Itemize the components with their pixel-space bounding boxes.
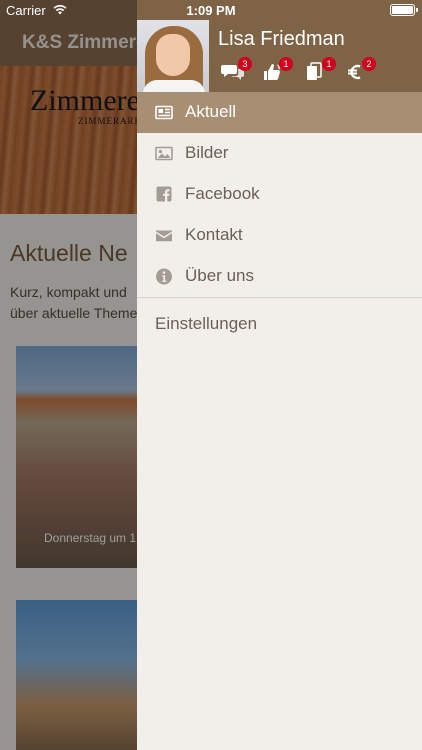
euro-icon[interactable]: 2 [345, 57, 376, 82]
newspaper-icon [155, 105, 173, 120]
menu-item-ueber-uns[interactable]: Über uns [137, 256, 422, 297]
euro-badge: 2 [362, 57, 376, 71]
menu-item-bilder[interactable]: Bilder [137, 133, 422, 174]
thumbs-badge: 1 [279, 57, 293, 71]
image-icon [155, 146, 173, 161]
menu-item-label: Über uns [185, 266, 254, 285]
drawer-menu: Aktuell Bilder Facebook Kontakt Über uns… [137, 92, 422, 348]
navigation-drawer: Lisa Friedman 3 1 1 2 Aktuell Bilder Fac… [137, 0, 422, 750]
menu-item-facebook[interactable]: Facebook [137, 174, 422, 215]
avatar-shirt [143, 80, 205, 92]
chat-bubbles-icon[interactable]: 3 [221, 57, 252, 82]
chat-badge: 3 [238, 57, 252, 71]
battery-icon [390, 4, 418, 16]
menu-item-label: Kontakt [185, 225, 243, 244]
facebook-icon [156, 186, 172, 202]
menu-item-label: Bilder [185, 143, 229, 162]
user-name[interactable]: Lisa Friedman [218, 28, 345, 51]
menu-item-label: Facebook [185, 184, 260, 203]
clock-label: 1:09 PM [186, 3, 236, 18]
menu-item-kontakt[interactable]: Kontakt [137, 215, 422, 256]
info-icon [156, 268, 172, 285]
menu-item-label: Aktuell [185, 102, 237, 121]
documents-icon[interactable]: 1 [305, 57, 336, 82]
documents-badge: 1 [322, 57, 336, 71]
thumbs-icon[interactable]: 1 [262, 57, 293, 82]
envelope-icon [156, 230, 172, 242]
settings-label: Einstellungen [155, 314, 258, 333]
battery-tip [416, 8, 418, 12]
avatar-face [156, 34, 190, 76]
battery-level [392, 6, 413, 14]
status-bar: Carrier 1:09 PM [0, 0, 422, 20]
menu-item-aktuell[interactable]: Aktuell [137, 92, 422, 133]
menu-item-einstellungen[interactable]: Einstellungen [137, 298, 422, 348]
avatar[interactable] [137, 20, 209, 92]
